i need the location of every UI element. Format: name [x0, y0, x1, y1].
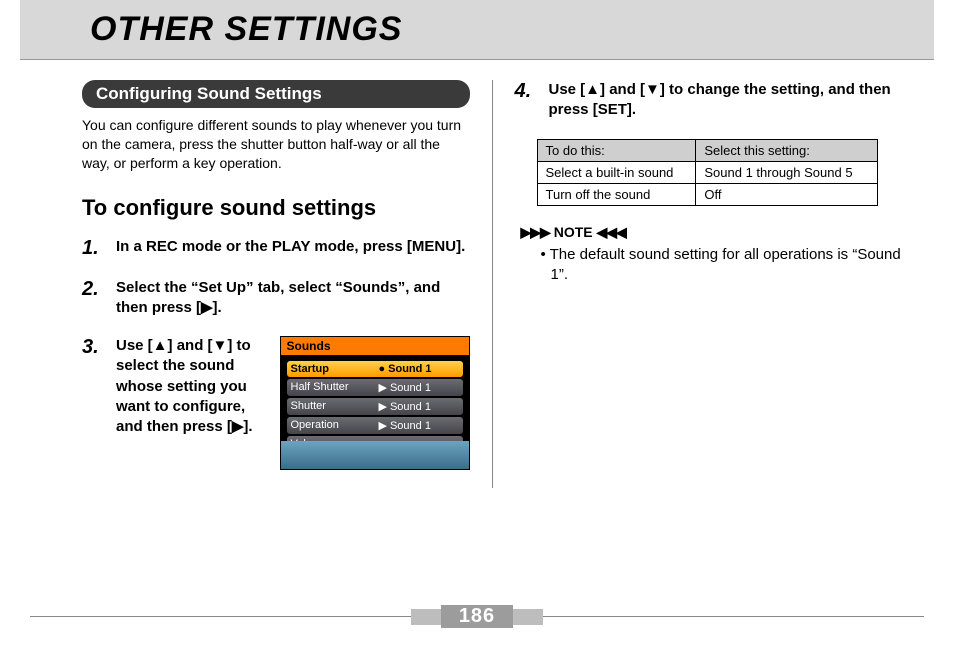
- page-title: OTHER SETTINGS: [90, 10, 934, 49]
- footer-block: [513, 609, 543, 625]
- step-number: 1.: [82, 237, 108, 260]
- footer-block: [411, 609, 441, 625]
- step-number: 2.: [82, 278, 108, 319]
- menu-row: Half Shutter▶Sound 1: [287, 379, 463, 396]
- step-3: 3. Use [▲] and [▼] to select the sound w…: [82, 336, 470, 470]
- step-text: Select the “Set Up” tab, select “Sounds”…: [116, 278, 470, 319]
- step-text: In a REC mode or the PLAY mode, press [M…: [116, 237, 470, 260]
- step-2: 2. Select the “Set Up” tab, select “Soun…: [82, 278, 470, 319]
- page-header: OTHER SETTINGS: [20, 0, 934, 60]
- step-number: 3.: [82, 336, 108, 470]
- step-4: 4. Use [▲] and [▼] to change the setting…: [515, 80, 903, 121]
- menu-row: Operation▶Sound 1: [287, 417, 463, 434]
- note-body: • The default sound setting for all oper…: [515, 245, 903, 286]
- step-text: Use [▲] and [▼] to select the sound whos…: [116, 336, 270, 437]
- table-header: To do this:: [537, 139, 696, 161]
- note-label: NOTE: [554, 224, 593, 240]
- table-cell: Turn off the sound: [537, 183, 696, 205]
- note-heading: ▶▶▶ NOTE ◀◀◀: [521, 224, 903, 241]
- procedure-heading: To configure sound settings: [82, 195, 470, 221]
- table-cell: Off: [696, 183, 877, 205]
- footer-rule: [30, 616, 411, 617]
- right-column: 4. Use [▲] and [▼] to change the setting…: [493, 80, 925, 488]
- step-number: 4.: [515, 80, 541, 121]
- table-cell: Sound 1 through Sound 5: [696, 161, 877, 183]
- menu-row: Startup●Sound 1: [287, 361, 463, 377]
- options-table: To do this: Select this setting: Select …: [537, 139, 878, 206]
- menu-row: Shutter▶Sound 1: [287, 398, 463, 415]
- intro-text: You can configure different sounds to pl…: [82, 116, 470, 173]
- background-image: [281, 441, 469, 469]
- page-number: 186: [441, 605, 513, 628]
- note-decor-right-icon: ◀◀◀: [596, 224, 625, 240]
- section-heading: Configuring Sound Settings: [82, 80, 470, 108]
- menu-title: Sounds: [281, 337, 469, 355]
- step-1: 1. In a REC mode or the PLAY mode, press…: [82, 237, 470, 260]
- camera-menu-screenshot: Sounds Startup●Sound 1 Half Shutter▶Sound…: [280, 336, 470, 470]
- note-decor-left-icon: ▶▶▶: [521, 224, 550, 240]
- page-footer: 186: [30, 605, 924, 628]
- page-body: Configuring Sound Settings You can confi…: [0, 60, 954, 488]
- table-header: Select this setting:: [696, 139, 877, 161]
- left-column: Configuring Sound Settings You can confi…: [60, 80, 493, 488]
- table-cell: Select a built-in sound: [537, 161, 696, 183]
- step-text: Use [▲] and [▼] to change the setting, a…: [549, 80, 903, 121]
- footer-rule: [543, 616, 924, 617]
